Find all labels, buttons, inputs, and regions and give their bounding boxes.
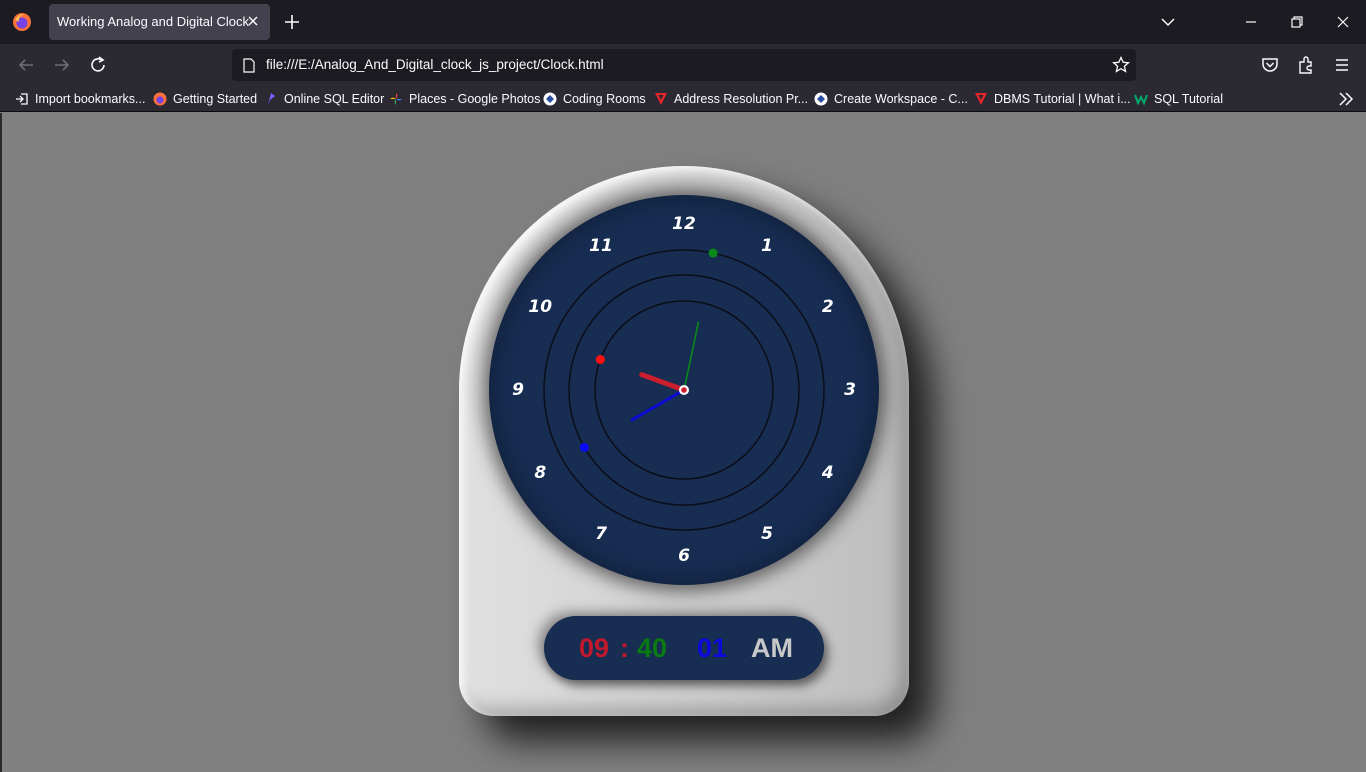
minute-orbit-dot — [579, 442, 589, 452]
extensions-icon[interactable] — [1295, 54, 1317, 76]
bookmark-getting-started[interactable]: Getting Started — [153, 89, 257, 109]
digital-separator: : — [620, 633, 629, 663]
import-icon — [16, 93, 28, 105]
digital-am-pm: AM — [751, 633, 793, 663]
page-icon — [243, 58, 255, 73]
clock-numeral: 2 — [821, 297, 834, 317]
google-photos-icon — [390, 93, 402, 105]
url-text[interactable]: file:///E:/Analog_And_Digital_clock_js_p… — [266, 57, 604, 72]
digital-hours: 09 — [579, 633, 610, 663]
second-orbit-dot — [708, 248, 718, 258]
digital-clock-display: 09 : 40 01 AM — [544, 616, 824, 680]
bookmark-sql-tutorial[interactable]: SQL Tutorial — [1134, 89, 1223, 109]
clock-numeral: 1 — [761, 236, 773, 257]
bookmarks-toolbar: Import bookmarks... Getting Started Onli… — [0, 86, 1366, 112]
clock-numeral: 6 — [678, 546, 690, 566]
close-tab-icon[interactable] — [244, 12, 262, 30]
bookmark-dbms-tutorial[interactable]: DBMS Tutorial | What i... — [974, 89, 1131, 109]
list-all-tabs-chevron-icon[interactable] — [1158, 12, 1178, 32]
clock-numeral: 9 — [512, 380, 524, 400]
bookmark-label: Online SQL Editor — [284, 92, 385, 106]
bookmark-address-resolution[interactable]: Address Resolution Pr... — [654, 89, 808, 109]
clock-numeral: 12 — [672, 214, 696, 234]
back-arrow-icon[interactable] — [15, 54, 37, 76]
clock-numeral: 5 — [761, 523, 773, 544]
clock-numeral: 8 — [534, 463, 547, 483]
tab-active[interactable]: Working Analog and Digital Clock — [49, 4, 270, 40]
bookmark-label: SQL Tutorial — [1154, 92, 1224, 106]
bookmark-label: Address Resolution Pr... — [674, 92, 809, 106]
new-tab-plus-icon[interactable] — [282, 12, 302, 32]
clock-numeral: 7 — [595, 523, 607, 544]
analog-clock-dial: 12 1 2 3 4 5 6 7 8 9 10 11 — [489, 195, 879, 585]
red-triangle-icon — [655, 93, 667, 105]
clock-numeral: 4 — [821, 463, 834, 483]
bookmark-import[interactable]: Import bookmarks... — [15, 89, 145, 109]
window-edge — [0, 113, 2, 772]
hour-hand — [639, 372, 687, 393]
sql-editor-icon — [268, 93, 275, 105]
clock-numeral: 10 — [528, 297, 553, 317]
coding-rooms-icon — [543, 92, 557, 106]
second-hand — [683, 321, 700, 391]
bookmark-label: Places - Google Photos — [409, 92, 541, 106]
tab-title: Working Analog and Digital Clock — [57, 14, 249, 29]
clock-numeral: 3 — [844, 380, 856, 400]
restore-icon[interactable] — [1287, 12, 1307, 32]
red-triangle-icon — [975, 93, 987, 105]
close-window-icon[interactable] — [1333, 12, 1353, 32]
bookmark-label: Getting Started — [173, 92, 258, 106]
address-bar[interactable]: file:///E:/Analog_And_Digital_clock_js_p… — [232, 49, 1136, 81]
forward-arrow-icon[interactable] — [51, 54, 73, 76]
digital-minutes: 40 — [637, 633, 668, 663]
pocket-icon[interactable] — [1259, 54, 1281, 76]
bookmark-label: Create Workspace - C... — [834, 92, 968, 106]
bookmark-label: Coding Rooms — [563, 92, 646, 106]
center-pin-core — [681, 387, 687, 393]
bookmark-star-icon[interactable] — [1112, 56, 1130, 74]
digital-seconds: 01 — [697, 633, 728, 663]
more-bookmarks-chevron-icon[interactable] — [1337, 90, 1355, 108]
clock-numeral: 11 — [589, 236, 613, 257]
hour-orbit-dot — [595, 355, 605, 365]
bookmark-create-workspace[interactable]: Create Workspace - C... — [814, 89, 968, 109]
coding-rooms-icon — [814, 92, 828, 106]
firefox-icon[interactable] — [12, 12, 32, 32]
menu-hamburger-icon[interactable] — [1331, 54, 1353, 76]
bookmark-label: Import bookmarks... — [35, 92, 146, 106]
minute-hand — [630, 388, 686, 422]
navigation-toolbar: file:///E:/Analog_And_Digital_clock_js_p… — [0, 44, 1366, 86]
bookmark-online-sql-editor[interactable]: Online SQL Editor — [264, 89, 384, 109]
clock-face-graphics — [543, 248, 825, 531]
reload-icon[interactable] — [87, 54, 109, 76]
bookmark-google-photos[interactable]: Places - Google Photos — [389, 89, 540, 109]
bookmark-label: DBMS Tutorial | What i... — [994, 92, 1131, 106]
firefox-icon — [153, 92, 167, 106]
tab-bar: Working Analog and Digital Clock — [0, 0, 1366, 44]
bookmark-coding-rooms[interactable]: Coding Rooms — [543, 89, 646, 109]
minimize-icon[interactable] — [1241, 12, 1261, 32]
w3schools-icon — [1134, 94, 1148, 106]
